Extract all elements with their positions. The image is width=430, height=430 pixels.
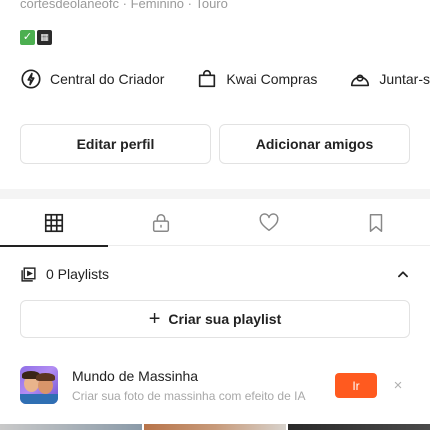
kwai-shopping-label: Kwai Compras — [226, 71, 318, 87]
bio-emojis: ✓ ▦ — [20, 30, 52, 46]
playlists-count: 0 Playlists — [46, 266, 110, 282]
lock-icon — [153, 214, 170, 232]
lightning-circle-icon — [21, 69, 41, 89]
create-playlist-button[interactable]: + Criar sua playlist — [20, 300, 410, 338]
creator-center-label: Central do Criador — [50, 71, 165, 87]
join-group-label: Juntar-s — [379, 71, 430, 87]
profile-tabs — [0, 200, 430, 247]
join-group-link[interactable]: Juntar-s — [349, 68, 430, 90]
video-grid-preview — [0, 424, 430, 430]
grid-icon — [44, 213, 63, 233]
promo-subtitle: Criar sua foto de massinha com efeito de… — [72, 389, 306, 403]
video-thumb[interactable] — [0, 424, 142, 430]
tab-posts[interactable] — [0, 200, 108, 247]
add-friends-button[interactable]: Adicionar amigos — [219, 124, 410, 164]
check-mark-icon: ✓ — [20, 30, 35, 45]
clapperboard-icon: ▦ — [37, 30, 52, 45]
chevron-up-icon[interactable] — [396, 267, 410, 281]
playlist-icon — [21, 266, 36, 282]
create-playlist-label: Criar sua playlist — [168, 311, 282, 327]
creator-shortcuts: Central do Criador Kwai Compras Juntar-s — [20, 66, 430, 92]
promo-thumbnail — [20, 366, 58, 404]
shopping-bag-icon — [199, 70, 216, 88]
promo-go-button[interactable]: Ir — [335, 373, 377, 398]
bookmark-icon — [370, 214, 383, 232]
tab-liked[interactable] — [215, 200, 323, 246]
creator-center-link[interactable]: Central do Criador — [20, 68, 164, 90]
tab-saved[interactable] — [323, 200, 430, 246]
section-divider — [0, 189, 430, 199]
video-thumb[interactable] — [144, 424, 286, 430]
heart-icon — [259, 213, 279, 232]
edit-profile-button[interactable]: Editar perfil — [20, 124, 211, 164]
close-icon[interactable]: × — [390, 375, 406, 395]
video-thumb[interactable] — [288, 424, 430, 430]
playlists-header[interactable]: 0 Playlists — [20, 262, 410, 286]
promo-title: Mundo de Massinha — [72, 368, 199, 384]
group-icon — [351, 74, 370, 87]
plus-icon: + — [148, 308, 161, 330]
promo-banner[interactable]: Mundo de Massinha Criar sua foto de mass… — [20, 366, 410, 406]
kwai-shopping-link[interactable]: Kwai Compras — [196, 68, 317, 90]
profile-info-line: cortesdeolaneofc · Feminino · Touro — [20, 0, 228, 11]
tab-private[interactable] — [108, 200, 216, 246]
